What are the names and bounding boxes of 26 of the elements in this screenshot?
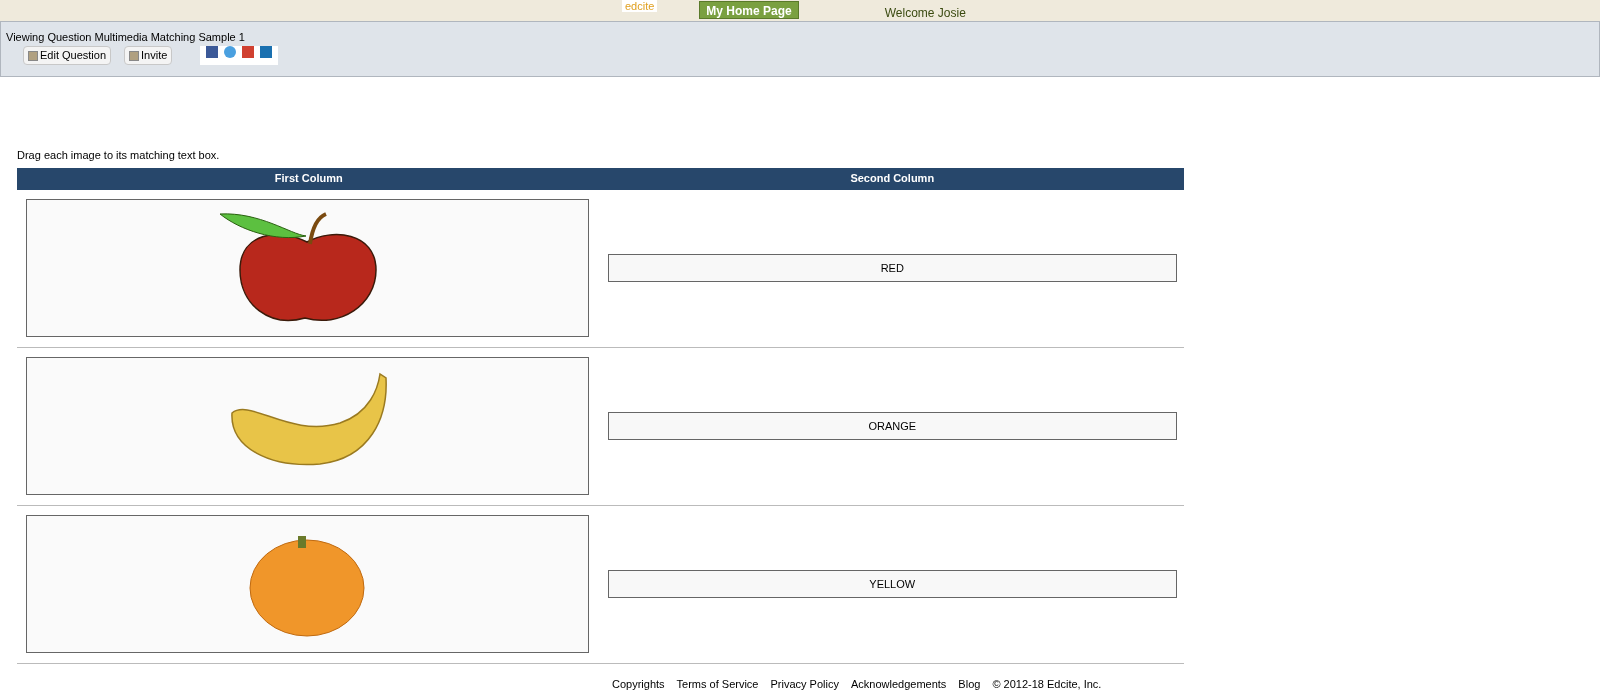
header-button[interactable]: Edit Question: [23, 46, 112, 65]
image-drop-box[interactable]: [26, 199, 589, 337]
header-button[interactable]: Invite: [124, 46, 173, 65]
welcome-text: Welcome Josie: [884, 5, 966, 22]
twitter-icon[interactable]: [224, 46, 237, 58]
answer-box[interactable]: RED: [607, 254, 1177, 282]
facebook-icon[interactable]: [206, 46, 219, 58]
answer-box[interactable]: ORANGE: [607, 412, 1177, 440]
instruction-text: Drag each image to its matching text box.: [17, 148, 221, 163]
footer-link[interactable]: Privacy Policy: [770, 675, 839, 692]
linkedin-icon[interactable]: [260, 46, 273, 58]
column-header: First Column: [273, 171, 344, 187]
footer-link[interactable]: Blog: [958, 675, 981, 692]
footer-link[interactable]: Acknowledgements: [850, 675, 947, 692]
logo: edcite: [622, 0, 658, 12]
image-drop-box[interactable]: [26, 515, 589, 653]
button-icon: [129, 50, 140, 61]
footer-link[interactable]: Copyrights: [612, 675, 665, 692]
google-plus-icon[interactable]: [242, 46, 255, 58]
button-icon: [28, 50, 38, 61]
footer-link[interactable]: Terms of Service: [676, 675, 759, 692]
image-drop-box[interactable]: [26, 357, 589, 495]
answer-box[interactable]: YELLOW: [607, 570, 1177, 598]
copyright-text: © 2012-18 Edcite, Inc.: [992, 676, 1102, 692]
column-header: Second Column: [849, 171, 936, 187]
page-title: Viewing Question Multimedia Matching Sample 1: [6, 31, 246, 44]
